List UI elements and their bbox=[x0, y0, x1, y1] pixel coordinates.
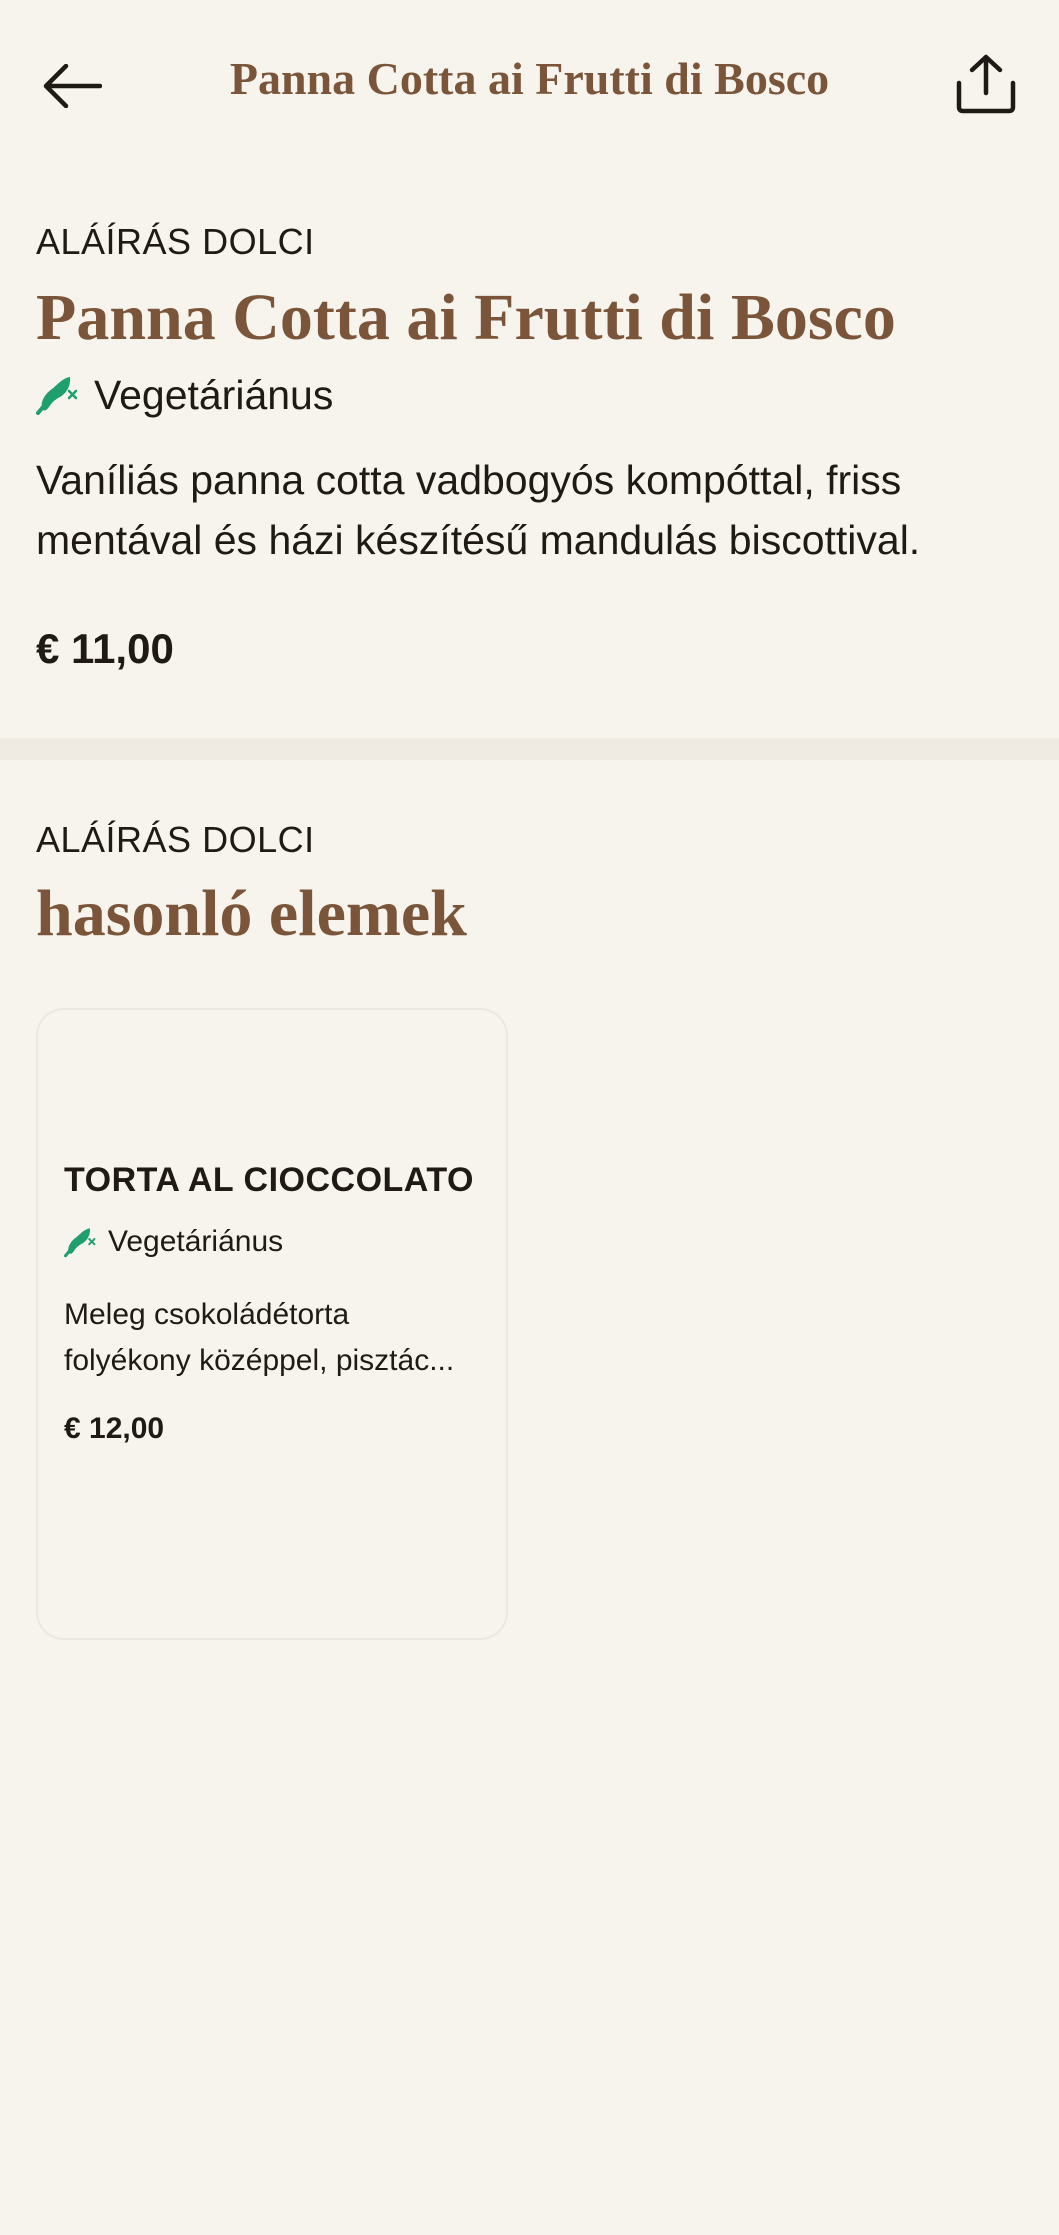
share-icon bbox=[956, 54, 1016, 114]
similar-items-section: ALÁÍRÁS DOLCI hasonló elemek bbox=[36, 818, 1026, 954]
vegetarian-icon bbox=[64, 1228, 96, 1258]
item-category: ALÁÍRÁS DOLCI bbox=[36, 221, 315, 262]
item-description: Vaníliás panna cotta vadbogyós kompóttal… bbox=[36, 457, 921, 563]
similar-heading: hasonló elemek bbox=[36, 877, 467, 950]
item-price: € 11,00 bbox=[36, 625, 174, 672]
card-diet-label: Vegetáriánus bbox=[108, 1225, 284, 1258]
similar-category: ALÁÍRÁS DOLCI bbox=[36, 819, 315, 860]
item-title: Panna Cotta ai Frutti di Bosco bbox=[36, 281, 896, 354]
card-title: TORTA AL CIOCCOLATO bbox=[64, 1161, 474, 1199]
diet-badge: Vegetáriánus bbox=[36, 366, 1026, 424]
item-detail: ALÁÍRÁS DOLCI Panna Cotta ai Frutti di B… bbox=[36, 220, 1026, 676]
diet-label: Vegetáriánus bbox=[94, 371, 334, 418]
section-divider bbox=[0, 738, 1059, 760]
arrow-left-icon bbox=[43, 64, 102, 108]
card-diet-badge: Vegetáriánus bbox=[64, 1222, 484, 1262]
share-button[interactable] bbox=[950, 48, 1022, 120]
vegetarian-icon bbox=[36, 377, 78, 415]
card-description: Meleg csokoládétorta folyékony középpel,… bbox=[64, 1298, 455, 1377]
back-button[interactable] bbox=[36, 50, 108, 122]
top-bar: Panna Cotta ai Frutti di Bosco bbox=[0, 0, 1059, 168]
card-content: TORTA AL CIOCCOLATO Vegetáriánus Meleg c… bbox=[64, 1156, 484, 1446]
card-price: € 12,00 bbox=[64, 1412, 165, 1445]
similar-item-card[interactable]: TORTA AL CIOCCOLATO Vegetáriánus Meleg c… bbox=[36, 1008, 508, 1640]
top-bar-title: Panna Cotta ai Frutti di Bosco bbox=[229, 53, 830, 104]
